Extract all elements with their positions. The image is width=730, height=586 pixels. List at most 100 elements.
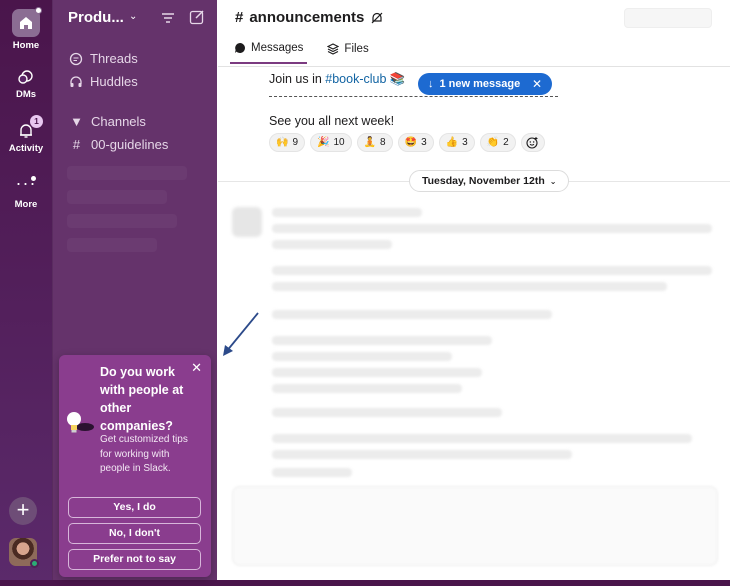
reaction-count: 10 <box>333 137 345 148</box>
tab-label: Messages <box>251 42 304 54</box>
reaction-emoji: 🎉 <box>317 137 330 148</box>
headphones-icon <box>70 75 82 87</box>
reaction-emoji: 👍 <box>445 137 459 148</box>
tab-files[interactable]: Files <box>323 42 372 64</box>
books-emoji: 📚 <box>389 72 406 86</box>
reaction-count: 2 <box>503 137 509 148</box>
blurred-text <box>272 208 422 217</box>
reaction-thumbs-up[interactable]: 👍 3 <box>438 133 475 152</box>
reaction-count: 3 <box>462 137 468 148</box>
sidebar-item-threads[interactable]: Threads <box>69 51 138 66</box>
bell-muted-icon[interactable] <box>370 11 384 25</box>
channels-header-label: Channels <box>91 114 146 129</box>
reaction-raised-hands[interactable]: 🙌 9 <box>269 133 306 152</box>
caret-down-icon: ▼ <box>70 114 83 129</box>
yes-button[interactable]: Yes, I do <box>68 497 201 518</box>
blurred-text <box>272 434 692 443</box>
hash-icon: # <box>72 137 81 152</box>
channel-label: 00-guidelines <box>91 137 169 152</box>
no-button[interactable]: No, I don't <box>68 523 201 544</box>
chevron-down-icon: ⌄ <box>549 176 557 186</box>
add-reaction-button[interactable] <box>520 133 545 152</box>
home-button[interactable]: Home <box>0 7 52 51</box>
blurred-avatar <box>232 207 262 237</box>
new-message-label: 1 new message <box>439 78 521 90</box>
popup-title: Do you work with people at other compani… <box>100 365 184 433</box>
message-closing: See you all next week! <box>269 114 395 128</box>
dms-icon <box>18 70 33 84</box>
external-people-popup: ✕ Do you work with people at other compa… <box>59 355 211 577</box>
prefer-not-to-say-button[interactable]: Prefer not to say <box>68 549 201 570</box>
more-dots-icon: ··· <box>15 173 37 193</box>
sidebar-item-label: Huddles <box>90 74 138 89</box>
arrow-down-icon: ↓ <box>428 78 434 90</box>
sidebar-item-label: Threads <box>90 51 138 66</box>
add-workspace-button[interactable]: + <box>9 497 37 525</box>
reaction-clap[interactable]: 👏 2 <box>479 133 516 152</box>
reaction-yoga[interactable]: 🧘 8 <box>356 133 393 152</box>
compose-icon[interactable] <box>189 9 205 25</box>
blurred-sidebar-item <box>67 190 167 204</box>
add-reaction-icon <box>526 137 538 149</box>
workspace-rail: Home DMs 1 Activity ··· More + <box>0 0 52 586</box>
tab-label: Files <box>344 43 369 55</box>
reaction-count: 8 <box>380 137 386 148</box>
filter-icon[interactable] <box>161 12 175 24</box>
reaction-count: 9 <box>292 137 299 148</box>
channel-view: # announcements Messages Files Join us i… <box>218 0 730 586</box>
bottom-strip <box>0 580 730 586</box>
home-tile <box>12 7 42 37</box>
hash-icon: # <box>235 9 244 26</box>
reaction-party[interactable]: 🎉 10 <box>310 133 352 152</box>
sidebar-item-huddles[interactable]: Huddles <box>69 74 138 89</box>
more-button[interactable]: ··· More <box>0 173 52 210</box>
blurred-text <box>272 336 492 345</box>
annotation-arrow-icon <box>223 312 259 356</box>
blurred-sidebar-item <box>67 214 177 228</box>
reaction-star-eyes[interactable]: 🤩 3 <box>397 133 434 152</box>
tab-messages[interactable]: Messages <box>230 42 308 64</box>
reaction-count: 3 <box>421 137 427 148</box>
popup-body: Get customized tips for working with peo… <box>100 434 188 474</box>
activity-label: Activity <box>8 143 44 154</box>
new-message-pill[interactable]: ↓ 1 new message ✕ <box>418 73 552 95</box>
channel-header[interactable]: # announcements <box>235 9 384 26</box>
blurred-text <box>272 282 667 291</box>
chevron-down-icon[interactable]: ⌄ <box>129 11 137 22</box>
reaction-emoji: 🙌 <box>276 137 289 148</box>
blurred-text <box>272 384 462 393</box>
dms-label: DMs <box>15 89 37 100</box>
tabs-divider <box>218 66 730 67</box>
presence-indicator <box>30 559 39 568</box>
workspace-name[interactable]: Produ... <box>68 9 124 26</box>
threads-icon <box>69 52 83 65</box>
channel-name: announcements <box>249 9 365 26</box>
channel-tabs: Messages Files <box>230 42 373 64</box>
blurred-sidebar-item <box>67 238 157 252</box>
home-icon <box>20 17 32 29</box>
blurred-text <box>272 368 482 377</box>
book-club-link[interactable]: #book-club <box>325 72 386 86</box>
date-divider[interactable]: Tuesday, November 12th ⌄ <box>409 170 570 192</box>
message-line: Join us in #book-club 📚 <box>269 72 406 87</box>
reaction-emoji: 🧘 <box>363 137 377 148</box>
blurred-text <box>272 310 552 319</box>
more-label: More <box>14 199 38 210</box>
dashed-divider <box>269 96 558 97</box>
reactions-row: 🙌 9 🎉 10 🧘 8 🤩 3 👍 3 👏 2 <box>269 133 545 152</box>
activity-button[interactable]: 1 Activity <box>0 115 52 154</box>
channels-section-header[interactable]: ▼ Channels <box>69 114 146 129</box>
activity-badge: 1 <box>30 115 43 128</box>
blurred-text <box>272 266 712 275</box>
dms-button[interactable]: DMs <box>0 68 52 100</box>
close-icon[interactable]: ✕ <box>532 77 542 91</box>
blurred-text <box>272 408 502 417</box>
message-composer[interactable] <box>232 486 718 566</box>
blurred-text <box>272 240 392 249</box>
reaction-emoji: 🤩 <box>404 137 418 148</box>
home-label: Home <box>12 40 40 51</box>
stack-icon <box>327 43 340 55</box>
sidebar-item-00-guidelines[interactable]: # 00-guidelines <box>69 137 168 152</box>
more-notification-dot <box>31 176 36 181</box>
header-actions[interactable] <box>624 8 712 28</box>
